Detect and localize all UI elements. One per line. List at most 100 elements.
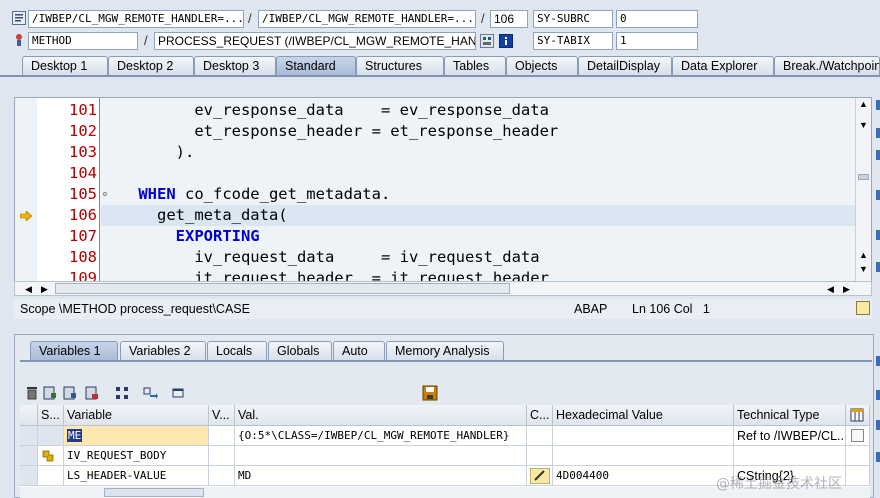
side-toolbar-marker[interactable] xyxy=(876,420,880,430)
row-selector[interactable] xyxy=(20,446,38,466)
tab-tables[interactable]: Tables xyxy=(444,56,506,75)
line-number-field[interactable]: 106 xyxy=(490,10,528,28)
side-toolbar-marker[interactable] xyxy=(876,356,880,366)
code-line: iv_request_data = iv_request_data xyxy=(101,248,540,266)
tab-variables-2[interactable]: Variables 2 xyxy=(120,341,206,360)
side-toolbar-marker[interactable] xyxy=(876,190,880,200)
event-type-field[interactable]: METHOD xyxy=(28,32,138,50)
tab-locals[interactable]: Locals xyxy=(207,341,267,360)
edit-pencil-icon[interactable] xyxy=(529,467,551,485)
export-icon[interactable] xyxy=(62,385,78,401)
sysvar-value-field-1[interactable]: 0 xyxy=(616,10,698,28)
program-field[interactable]: /IWBEP/CL_MGW_REMOTE_HANDLER=... xyxy=(28,10,244,28)
sysvar-name-field-1[interactable]: SY-SUBRC xyxy=(533,10,613,28)
hex-cell xyxy=(553,426,734,446)
column-header-value[interactable]: Val. xyxy=(235,405,527,426)
tab-objects[interactable]: Objects xyxy=(506,56,578,75)
tab-memory-analysis[interactable]: Memory Analysis xyxy=(386,341,504,360)
scroll-up-icon[interactable]: ▲ xyxy=(859,251,868,260)
variable-cell[interactable]: IV_REQUEST_BODY xyxy=(64,446,209,466)
row-action-cell[interactable] xyxy=(846,446,870,466)
side-toolbar-marker[interactable] xyxy=(876,390,880,400)
tab-standard[interactable]: Standard xyxy=(276,56,356,75)
checkbox[interactable] xyxy=(851,429,864,442)
variable-name: ME xyxy=(67,429,83,442)
column-header-hex[interactable]: Hexadecimal Value xyxy=(553,405,734,426)
code-area[interactable]: ev_response_data = ev_response_data et_r… xyxy=(101,98,855,281)
tab-desktop-2[interactable]: Desktop 2 xyxy=(108,56,194,75)
tab-structures[interactable]: Structures xyxy=(356,56,444,75)
value-cell[interactable]: {O:5*\CLASS=/IWBEP/CL_MGW_REMOTE_HANDLER… xyxy=(235,426,527,446)
info-icon[interactable] xyxy=(499,34,513,48)
tab-breakpoints-watchpoints[interactable]: Break./Watchpoints xyxy=(774,56,880,75)
print-icon[interactable] xyxy=(84,385,100,401)
scroll-thumb[interactable] xyxy=(55,283,510,294)
tab-auto[interactable]: Auto xyxy=(333,341,385,360)
tab-strip-underline xyxy=(0,75,880,77)
code-line: WHEN co_fcode_get_metadata. xyxy=(101,184,855,205)
delete-icon[interactable] xyxy=(24,385,40,401)
line-number: 106 xyxy=(69,206,97,224)
scroll-down-icon[interactable]: ▼ xyxy=(859,121,868,130)
keyword: WHEN xyxy=(138,185,176,203)
editor-horizontal-scrollbar[interactable]: ◀ ▶ ◀ ▶ xyxy=(14,281,872,296)
import-icon[interactable] xyxy=(42,385,58,401)
side-toolbar-marker[interactable] xyxy=(876,128,880,138)
tab-globals[interactable]: Globals xyxy=(268,341,332,360)
event-field[interactable]: PROCESS_REQUEST (/IWBEP/CL_MGW_REMOTE_HA… xyxy=(154,32,476,50)
sysvar-name-field-2[interactable]: SY-TABIX xyxy=(533,32,613,50)
scroll-thumb[interactable] xyxy=(858,174,869,180)
row-selector[interactable] xyxy=(20,466,38,486)
scroll-left-icon[interactable]: ◀ xyxy=(827,284,834,294)
grid-row-selector-header[interactable] xyxy=(20,405,38,426)
separator: / xyxy=(144,33,148,48)
open-structure-icon[interactable] xyxy=(170,385,186,401)
tab-detaildisplay[interactable]: DetailDisplay xyxy=(578,56,672,75)
scroll-thumb[interactable] xyxy=(104,488,204,497)
scroll-down-icon[interactable]: ▼ xyxy=(859,265,868,274)
change-cell[interactable] xyxy=(527,466,553,486)
tab-desktop-3[interactable]: Desktop 3 xyxy=(194,56,276,75)
fold-marker-icon[interactable] xyxy=(103,192,107,196)
hierarchy-icon[interactable] xyxy=(114,385,130,401)
column-header-variable[interactable]: Variable xyxy=(64,405,209,426)
save-icon[interactable] xyxy=(422,385,438,401)
column-settings-icon[interactable] xyxy=(846,405,870,426)
hex-cell xyxy=(553,446,734,466)
value-cell[interactable]: MD xyxy=(235,466,527,486)
column-header-status[interactable]: S... xyxy=(38,405,64,426)
type-cell: Ref to /IWBEP/CL... xyxy=(734,426,846,446)
column-header-v[interactable]: V... xyxy=(209,405,235,426)
transfer-icon[interactable] xyxy=(142,385,158,401)
include-field[interactable]: /IWBEP/CL_MGW_REMOTE_HANDLER=... xyxy=(258,10,476,28)
variable-cell[interactable]: LS_HEADER-VALUE xyxy=(64,466,209,486)
v-cell xyxy=(209,466,235,486)
side-toolbar-marker[interactable] xyxy=(876,150,880,160)
sysvar-value-field-2[interactable]: 1 xyxy=(616,32,698,50)
variable-cell[interactable]: ME xyxy=(64,426,209,446)
value-cell[interactable] xyxy=(235,446,527,466)
side-toolbar-marker[interactable] xyxy=(876,452,880,462)
side-toolbar-marker[interactable] xyxy=(876,100,880,110)
source-code-editor[interactable]: 101 102 103 104 105 106 107 108 109 ev_r… xyxy=(14,97,872,282)
scroll-up-icon[interactable]: ▲ xyxy=(859,100,868,109)
tab-variables-1[interactable]: Variables 1 xyxy=(30,341,118,360)
watermark: @稀土掘金技术社区 xyxy=(716,476,842,492)
scroll-right-icon[interactable]: ▶ xyxy=(843,284,850,294)
row-action-cell[interactable] xyxy=(846,426,870,446)
scroll-left-icon[interactable]: ◀ xyxy=(25,284,32,294)
breakpoint-gutter[interactable] xyxy=(15,98,37,281)
side-toolbar-marker[interactable] xyxy=(876,230,880,240)
v-cell xyxy=(209,446,235,466)
column-header-technical-type[interactable]: Technical Type xyxy=(734,405,846,426)
column-header-change[interactable]: C... xyxy=(527,405,553,426)
navigate-icon[interactable] xyxy=(480,34,494,48)
tab-desktop-1[interactable]: Desktop 1 xyxy=(22,56,108,75)
scroll-right-icon[interactable]: ▶ xyxy=(41,284,48,294)
editor-vertical-scrollbar[interactable]: ▲ ▼ ▲ ▼ xyxy=(855,98,871,281)
layout-icon[interactable] xyxy=(856,301,870,315)
row-action-cell[interactable] xyxy=(846,466,870,486)
side-toolbar-marker[interactable] xyxy=(876,262,880,272)
row-selector[interactable] xyxy=(20,426,38,446)
tab-data-explorer[interactable]: Data Explorer xyxy=(672,56,774,75)
